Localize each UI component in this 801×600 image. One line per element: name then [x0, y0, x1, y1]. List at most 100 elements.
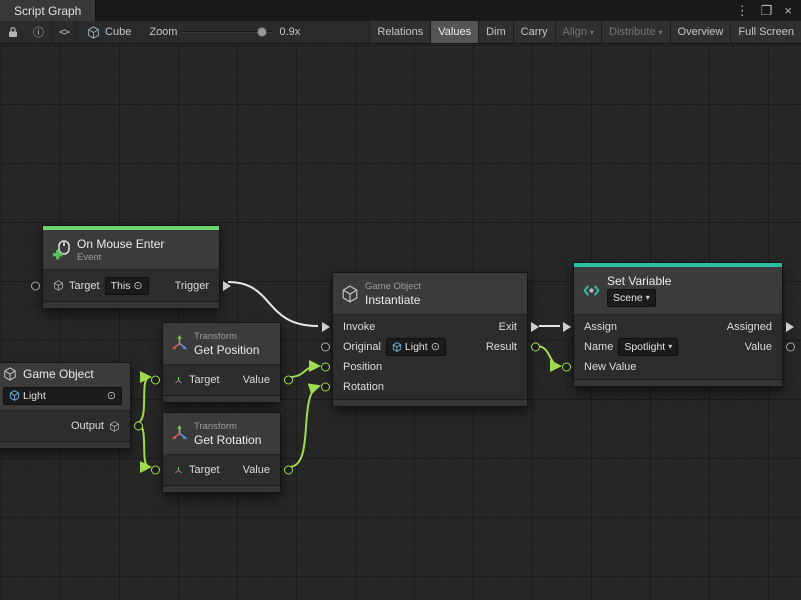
value-output-port[interactable]	[786, 343, 795, 352]
node-footer	[333, 399, 527, 406]
close-icon[interactable]: ×	[784, 3, 792, 18]
value-output-port[interactable]	[284, 376, 293, 385]
zoom-label: Zoom	[149, 26, 177, 38]
trigger-output-port[interactable]	[223, 281, 231, 291]
name-port-label: Name	[584, 341, 613, 353]
node-instantiate[interactable]: Game Object Instantiate Invoke Exit Orig…	[332, 272, 528, 407]
assigned-port-label: Assigned	[727, 321, 772, 333]
chevron-down-icon: ▾	[668, 340, 672, 354]
exit-output-port[interactable]	[531, 322, 539, 332]
node-footer	[163, 485, 280, 492]
distribute-dropdown[interactable]: Distribute▾	[601, 21, 669, 43]
output-port-label: Output	[71, 420, 104, 432]
node-footer	[163, 395, 280, 402]
target-object-field[interactable]: This ⊙	[105, 277, 149, 295]
game-object-type-icon	[53, 280, 64, 291]
graph-target-label: Cube	[105, 26, 131, 38]
wire-result-to-newvalue	[537, 346, 560, 366]
target-input-port[interactable]	[151, 466, 160, 475]
transform-icon	[171, 335, 188, 352]
target-port-label: Target	[69, 280, 100, 292]
graph-target[interactable]: Cube	[77, 26, 141, 39]
output-port[interactable]	[134, 422, 143, 431]
node-title: On Mouse Enter	[77, 237, 164, 251]
node-get-position[interactable]: Transform Get Position	[162, 322, 281, 403]
values-button[interactable]: Values	[430, 21, 478, 43]
node-get-rotation[interactable]: Transform Get Rotation	[162, 412, 281, 493]
original-input-port[interactable]	[321, 343, 330, 352]
trigger-port-label: Trigger	[175, 280, 209, 292]
invoke-input-port[interactable]	[322, 322, 330, 332]
node-category: Game Object	[365, 281, 421, 292]
window-menu-icon[interactable]: ⋮	[736, 3, 749, 19]
target-input-port[interactable]	[31, 281, 40, 290]
relations-button[interactable]: Relations	[369, 21, 430, 43]
info-icon[interactable]: ⓘ	[26, 21, 51, 43]
result-output-port[interactable]	[531, 343, 540, 352]
cube-icon	[341, 285, 359, 303]
game-object-type-icon	[109, 421, 120, 432]
game-object-value-icon	[392, 342, 402, 352]
value-port-label: Value	[243, 374, 270, 386]
variable-name-dropdown[interactable]: Spotlight ▾	[618, 338, 678, 356]
node-subtitle: Event	[77, 252, 164, 263]
position-input-port[interactable]	[321, 363, 330, 372]
transform-type-icon	[173, 375, 184, 386]
zoom-value: 0.9x	[279, 26, 300, 38]
zoom-slider[interactable]	[183, 26, 273, 38]
transform-type-icon	[173, 465, 184, 476]
game-object-field[interactable]: Light ⊙	[3, 387, 122, 405]
object-picker-icon[interactable]: ⊙	[133, 279, 142, 293]
node-category: Transform	[194, 421, 261, 432]
wire-trigger-to-invoke	[228, 282, 318, 326]
variable-kind-dropdown[interactable]: Scene ▾	[607, 289, 656, 307]
titlebar: Script Graph ⋮ ❐ ×	[0, 0, 801, 21]
wire-getposition-value-to-position	[289, 366, 319, 377]
cube-icon	[87, 26, 100, 39]
graph-canvas[interactable]: On Mouse Enter Event Target This ⊙	[0, 44, 801, 600]
cube-icon	[3, 367, 17, 381]
assigned-output-port[interactable]	[786, 322, 794, 332]
assign-input-port[interactable]	[563, 322, 571, 332]
original-object-field[interactable]: Light ⊙	[386, 338, 446, 356]
rotation-port-label: Rotation	[343, 381, 384, 393]
transform-icon	[171, 425, 188, 442]
zoom-slider-handle[interactable]	[257, 27, 267, 37]
dim-button[interactable]: Dim	[478, 21, 513, 43]
new-value-input-port[interactable]	[562, 363, 571, 372]
script-graph-window: Script Graph ⋮ ❐ × ⓘ <> Cube Zoom	[0, 0, 801, 600]
graph-toolbar: ⓘ <> Cube Zoom 0.9x Relations Values Dim…	[0, 21, 801, 44]
game-object-value-icon	[9, 390, 20, 401]
object-picker-icon[interactable]: ⊙	[107, 389, 116, 403]
value-port-label: Value	[243, 464, 270, 476]
overview-button[interactable]: Overview	[670, 21, 731, 43]
value-output-port[interactable]	[284, 466, 293, 475]
rotation-input-port[interactable]	[321, 383, 330, 392]
lock-icon[interactable]	[0, 21, 26, 43]
node-title: Game Object	[23, 367, 94, 381]
node-title: Get Rotation	[194, 433, 261, 447]
value-port-label: Value	[745, 341, 772, 353]
node-category: Transform	[194, 331, 259, 342]
target-input-port[interactable]	[151, 376, 160, 385]
object-picker-icon[interactable]: ⊙	[431, 340, 440, 354]
position-port-label: Position	[343, 361, 382, 373]
node-title: Set Variable	[607, 274, 671, 288]
tab-script-graph[interactable]: Script Graph	[0, 0, 96, 21]
node-on-mouse-enter[interactable]: On Mouse Enter Event Target This ⊙	[42, 225, 220, 309]
node-game-object-literal[interactable]: Game Object Light ⊙ Output	[0, 362, 131, 449]
invoke-port-label: Invoke	[343, 321, 375, 333]
align-dropdown[interactable]: Align▾	[555, 21, 601, 43]
carry-button[interactable]: Carry	[513, 21, 555, 43]
maximize-icon[interactable]: ❐	[761, 3, 773, 19]
fullscreen-button[interactable]: Full Screen	[730, 21, 801, 43]
node-footer	[0, 441, 130, 448]
chevron-down-icon: ▾	[659, 28, 663, 37]
node-title: Get Position	[194, 343, 259, 357]
code-view-icon[interactable]: <>	[52, 21, 76, 43]
node-set-variable[interactable]: Set Variable Scene ▾ Assign Assigned Na	[573, 262, 783, 387]
new-value-port-label: New Value	[584, 361, 636, 373]
result-port-label: Result	[486, 341, 517, 353]
node-title: Instantiate	[365, 293, 421, 307]
chevron-down-icon: ▾	[646, 291, 650, 305]
